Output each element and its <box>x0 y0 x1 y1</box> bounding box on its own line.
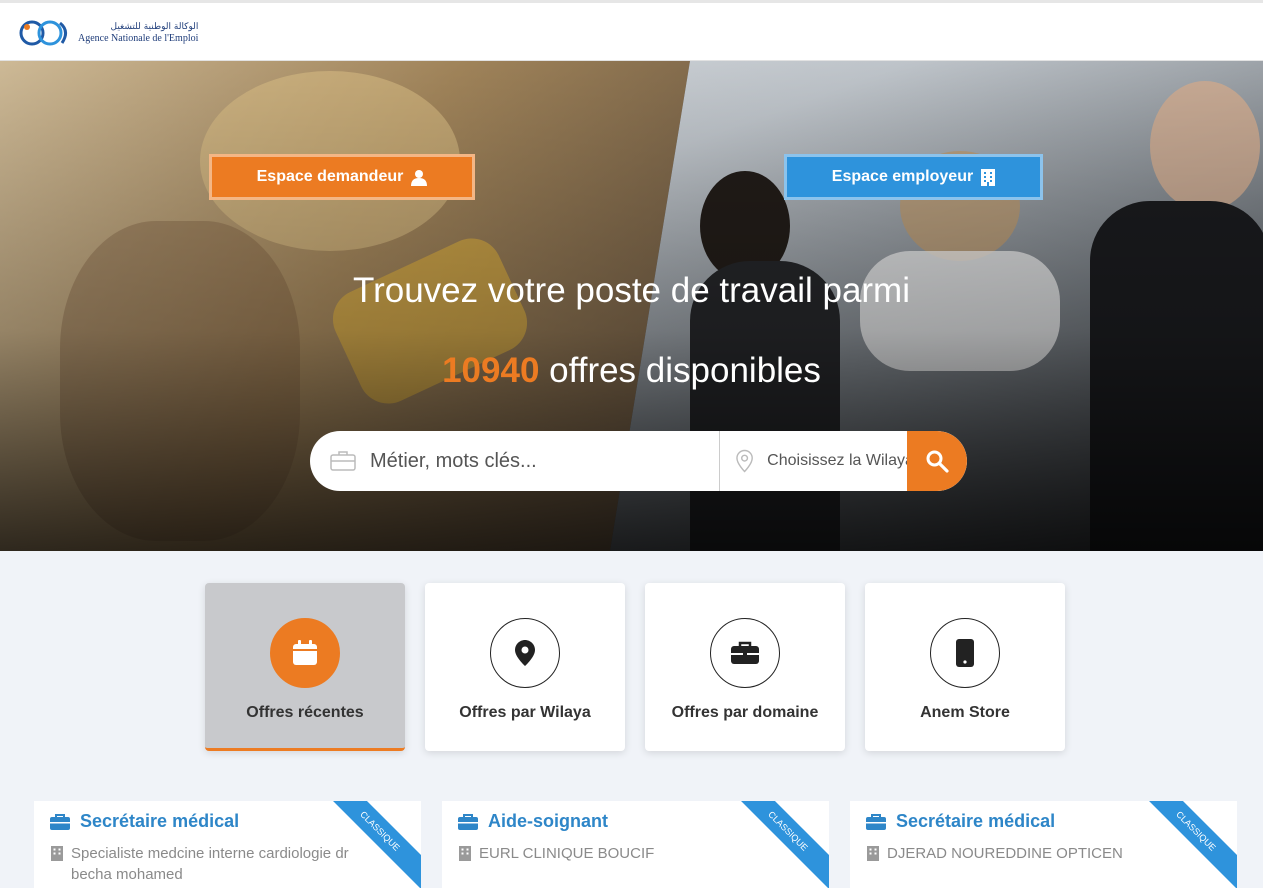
mobile-phone-icon <box>956 639 974 667</box>
hero-offer-count: 10940 offres disponibles <box>0 351 1263 391</box>
card-offres-par-wilaya[interactable]: Offres par Wilaya <box>425 583 625 751</box>
card-label: Offres récentes <box>246 704 364 721</box>
briefcase-icon <box>50 813 70 830</box>
espace-employeur-label: Espace employeur <box>831 168 974 185</box>
card-offres-recentes[interactable]: Offres récentes <box>205 583 405 751</box>
offer-count-suffix: offres disponibles <box>549 351 821 390</box>
card-label: Offres par domaine <box>671 704 819 721</box>
offer-list: Secrétaire médical Specialiste medcine i… <box>34 801 1237 888</box>
wilaya-placeholder: Choisissez la Wilaya <box>767 452 907 469</box>
card-label: Offres par Wilaya <box>459 704 591 721</box>
briefcase-outline-icon <box>330 451 356 471</box>
search-icon <box>926 450 949 473</box>
keywords-field <box>310 431 720 491</box>
offer-company: EURL CLINIQUE BOUCIF <box>479 845 655 862</box>
espace-demandeur-label: Espace demandeur <box>256 168 404 185</box>
wilaya-select[interactable]: Choisissez la Wilaya <box>720 431 907 491</box>
building-icon <box>981 168 996 186</box>
anem-logo-icon <box>19 20 67 46</box>
card-anem-store[interactable]: Anem Store <box>865 583 1065 751</box>
offer-title[interactable]: Secrétaire médical <box>896 811 1055 832</box>
building-icon <box>867 846 879 861</box>
map-pin-icon <box>515 640 535 666</box>
offer-title[interactable]: Secrétaire médical <box>80 811 239 832</box>
hero-banner: Espace demandeur Espace employeur Trouve… <box>0 61 1263 551</box>
card-offres-par-domaine[interactable]: Offres par domaine <box>645 583 845 751</box>
search-bar: Choisissez la Wilaya <box>310 431 967 491</box>
offer-card[interactable]: Aide-soignant EURL CLINIQUE BOUCIF CLASS… <box>442 801 829 888</box>
keywords-input[interactable] <box>370 449 700 473</box>
offer-count-number: 10940 <box>442 351 540 390</box>
search-button[interactable] <box>907 431 967 491</box>
briefcase-icon <box>458 813 478 830</box>
logo-french-text: Agence Nationale de l'Emploi <box>78 33 199 44</box>
briefcase-icon <box>866 813 886 830</box>
hero-title: Trouvez votre poste de travail parmi <box>353 271 910 310</box>
briefcase-icon <box>731 641 759 664</box>
top-bar: الوكالة الوطنية للتشغيل Agence Nationale… <box>0 0 1263 61</box>
calendar-icon <box>293 640 317 665</box>
logo-arabic-text: الوكالة الوطنية للتشغيل <box>110 22 199 32</box>
espace-employeur-button[interactable]: Espace employeur <box>784 154 1043 200</box>
offer-card[interactable]: Secrétaire médical Specialiste medcine i… <box>34 801 421 888</box>
user-icon <box>411 169 428 186</box>
category-cards: Offres récentes Offres par Wilaya Offres… <box>205 583 1065 751</box>
building-icon <box>51 846 63 861</box>
offer-company: DJERAD NOUREDDINE OPTICEN <box>887 845 1123 862</box>
offer-title[interactable]: Aide-soignant <box>488 811 608 832</box>
card-label: Anem Store <box>920 704 1010 721</box>
building-icon <box>459 846 471 861</box>
offer-company: Specialiste medcine interne cardiologie … <box>71 845 349 883</box>
offer-card[interactable]: Secrétaire médical DJERAD NOUREDDINE OPT… <box>850 801 1237 888</box>
anem-logo[interactable]: الوكالة الوطنية للتشغيل Agence Nationale… <box>16 17 198 49</box>
location-pin-icon <box>736 449 753 473</box>
espace-demandeur-button[interactable]: Espace demandeur <box>209 154 475 200</box>
